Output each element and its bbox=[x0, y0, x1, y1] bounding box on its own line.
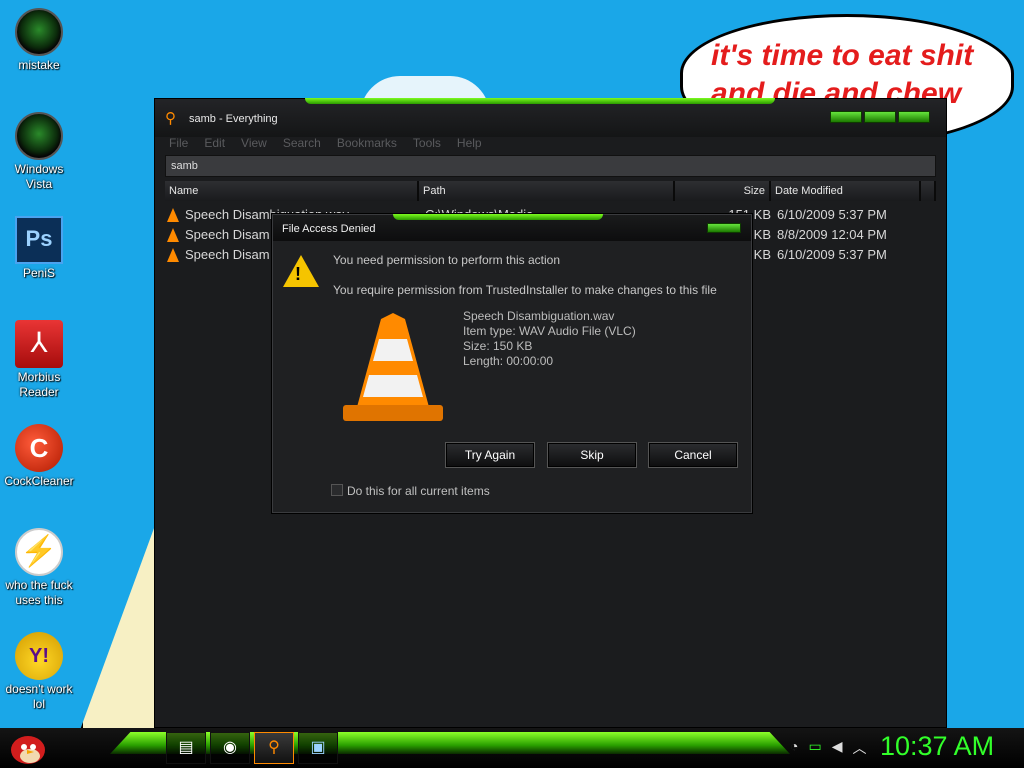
warning-icon bbox=[283, 255, 319, 287]
everything-icon[interactable]: ⚲ bbox=[254, 732, 294, 764]
vlc-icon bbox=[167, 208, 179, 222]
window-titlebar[interactable]: ⚲ samb - Everything bbox=[155, 99, 946, 137]
desktop-icon-label: CockCleaner bbox=[4, 474, 74, 488]
desktop-icon-windows-vista[interactable]: Windows Vista bbox=[0, 112, 78, 192]
menu-view[interactable]: View bbox=[241, 136, 267, 152]
desktop-icon-label: doesn't work lol bbox=[5, 682, 73, 711]
desktop-icon-avast[interactable]: ⚡ who the fuck uses this bbox=[0, 528, 78, 608]
photoshop-icon: Ps bbox=[15, 216, 63, 264]
dialog-glow bbox=[393, 214, 603, 220]
desktop-icon-penis[interactable]: Ps PeniS bbox=[0, 216, 78, 281]
message-primary: You need permission to perform this acti… bbox=[333, 253, 561, 267]
menu-search[interactable]: Search bbox=[283, 136, 321, 152]
column-header-date[interactable]: Date Modified bbox=[771, 181, 921, 201]
column-header-name[interactable]: Name bbox=[165, 181, 419, 201]
file-length: Length: 00:00:00 bbox=[463, 354, 554, 368]
chrome-icon[interactable]: ◉ bbox=[210, 732, 250, 764]
column-header-spacer bbox=[921, 181, 936, 201]
row-name: Speech Disam bbox=[185, 247, 270, 262]
skip-button[interactable]: Skip bbox=[547, 442, 637, 468]
window-glow bbox=[305, 98, 775, 104]
file-access-denied-dialog: File Access Denied ! You need permission… bbox=[272, 214, 752, 513]
yahoo-messenger-icon: Y! bbox=[15, 632, 63, 680]
volume-icon[interactable]: ◀ bbox=[832, 738, 843, 758]
desktop-icon-cockcleaner[interactable]: C CockCleaner bbox=[0, 424, 78, 489]
menu-bookmarks[interactable]: Bookmarks bbox=[337, 136, 397, 152]
row-date: 8/8/2009 12:04 PM bbox=[777, 227, 887, 242]
avast-icon: ⚡ bbox=[15, 528, 63, 576]
minimize-button[interactable] bbox=[830, 111, 862, 123]
cancel-button[interactable]: Cancel bbox=[648, 442, 738, 468]
warning-exclamation: ! bbox=[295, 264, 301, 284]
taskbar-clock[interactable]: 10:37 AM bbox=[880, 731, 994, 762]
column-header-size[interactable]: Size bbox=[675, 181, 771, 201]
vlc-icon bbox=[167, 228, 179, 242]
file-size: Size: 150 KB bbox=[463, 339, 533, 353]
apply-all-label: Do this for all current items bbox=[347, 484, 490, 498]
desktop-icon-label: mistake bbox=[18, 58, 60, 72]
menu-edit[interactable]: Edit bbox=[204, 136, 225, 152]
clock-arrow-icon[interactable]: ◔ bbox=[790, 738, 798, 758]
column-headers: Name Path Size Date Modified bbox=[165, 181, 940, 201]
desktop-icon-label: who the fuck uses this bbox=[5, 578, 73, 607]
menu-file[interactable]: File bbox=[169, 136, 188, 152]
desktop: { "desktop": { "bubble_text": "it's time… bbox=[0, 0, 1024, 768]
ccleaner-icon: C bbox=[15, 424, 63, 472]
search-icon: ⚲ bbox=[165, 110, 176, 127]
photoshop-icon[interactable]: ▣ bbox=[298, 732, 338, 764]
search-input[interactable]: samb bbox=[165, 155, 936, 177]
desktop-icon-label: Windows Vista bbox=[14, 162, 64, 191]
file-info: Speech Disambiguation.wav Item type: WAV… bbox=[463, 309, 636, 369]
network-icon[interactable]: ▭ bbox=[808, 738, 821, 758]
row-date: 6/10/2009 5:37 PM bbox=[777, 247, 887, 262]
vlc-cone-icon bbox=[343, 313, 443, 421]
apply-all-checkbox[interactable] bbox=[331, 484, 343, 496]
try-again-button[interactable]: Try Again bbox=[445, 442, 535, 468]
message-secondary: You require permission from TrustedInsta… bbox=[333, 283, 717, 297]
desktop-icon-label: Morbius Reader bbox=[17, 370, 61, 399]
chevron-icon[interactable]: ︿ bbox=[852, 738, 866, 758]
desktop-icon-morbius-reader[interactable]: ⅄ Morbius Reader bbox=[0, 320, 78, 400]
column-header-path[interactable]: Path bbox=[419, 181, 675, 201]
row-name: Speech Disam bbox=[185, 227, 270, 242]
folder-icon[interactable]: ▤ bbox=[166, 732, 206, 764]
taskbar: ▤ ◉ ⚲ ▣ ◔ ▭ ◀ ︿ 10:37 AM bbox=[0, 728, 1024, 768]
menu-tools[interactable]: Tools bbox=[413, 136, 441, 152]
orb-icon bbox=[15, 8, 63, 56]
row-date: 6/10/2009 5:37 PM bbox=[777, 207, 887, 222]
file-name: Speech Disambiguation.wav bbox=[463, 309, 615, 323]
vlc-icon bbox=[167, 248, 179, 262]
desktop-icon-label: PeniS bbox=[22, 266, 56, 280]
system-tray: ◔ ▭ ◀ ︿ bbox=[790, 738, 866, 758]
maximize-button[interactable] bbox=[864, 111, 896, 123]
menu-bar: File Edit View Search Bookmarks Tools He… bbox=[169, 136, 482, 152]
orb-icon bbox=[15, 112, 63, 160]
menu-help[interactable]: Help bbox=[457, 136, 482, 152]
file-type: Item type: WAV Audio File (VLC) bbox=[463, 324, 636, 338]
close-button[interactable] bbox=[707, 223, 741, 233]
pdf-reader-icon: ⅄ bbox=[15, 320, 63, 368]
close-button[interactable] bbox=[898, 111, 930, 123]
desktop-icon-mistake[interactable]: mistake bbox=[0, 8, 78, 73]
dialog-title: File Access Denied bbox=[282, 223, 376, 235]
desktop-icon-yahoo[interactable]: Y! doesn't work lol bbox=[0, 632, 78, 712]
window-controls bbox=[830, 111, 930, 123]
angry-bird-start-icon[interactable] bbox=[8, 730, 46, 766]
window-title: samb - Everything bbox=[189, 113, 278, 125]
